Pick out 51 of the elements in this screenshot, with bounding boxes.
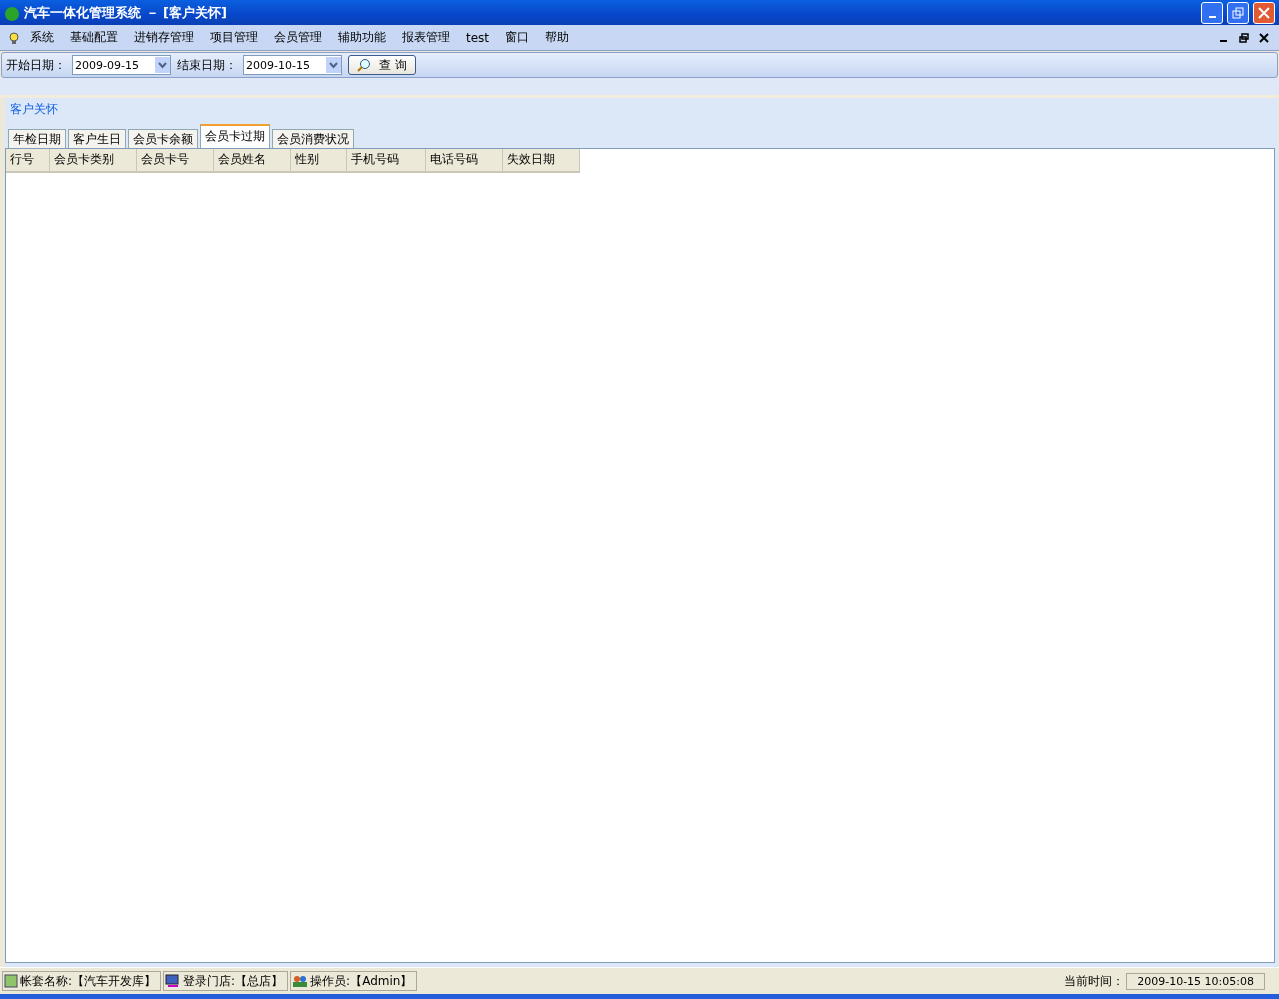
close-button[interactable] — [1253, 1, 1275, 24]
minimize-button[interactable] — [1201, 1, 1223, 24]
time-value: 2009-10-15 10:05:08 — [1126, 972, 1265, 990]
tab[interactable]: 年检日期 — [8, 129, 66, 148]
app-icon — [4, 4, 20, 21]
column-header[interactable]: 性别 — [291, 149, 348, 171]
start-date-field[interactable]: 2009-09-15 — [72, 55, 171, 75]
status-text: 登录门店:【总店】 — [183, 972, 284, 990]
menu-item[interactable]: 系统 — [22, 29, 62, 46]
time-label: 当前时间： — [1064, 972, 1125, 990]
close-icon[interactable] — [1259, 32, 1269, 43]
column-header[interactable]: 电话号码 — [425, 149, 503, 171]
column-header[interactable]: 会员卡号 — [136, 149, 215, 171]
column-header[interactable]: 行号 — [6, 149, 50, 171]
restore-icon[interactable] — [1239, 32, 1249, 43]
menu-item[interactable]: 进销存管理 — [126, 29, 202, 46]
start-date-label: 开始日期： — [6, 56, 66, 74]
tab[interactable]: 会员卡过期 — [200, 124, 270, 148]
status-text: 操作员:【Admin】 — [310, 972, 413, 990]
minimize-icon — [1208, 15, 1216, 18]
column-header[interactable]: 手机号码 — [347, 149, 426, 171]
close-icon — [1258, 6, 1270, 19]
menu-item[interactable]: 基础配置 — [62, 29, 126, 46]
users-icon — [292, 974, 309, 988]
column-header[interactable]: 会员姓名 — [214, 149, 292, 171]
column-header[interactable]: 会员卡类别 — [50, 149, 137, 171]
ledger-icon — [4, 974, 18, 988]
end-date-label: 结束日期： — [177, 56, 237, 74]
tab[interactable]: 客户生日 — [68, 129, 126, 148]
menu-item[interactable]: 帮助 — [537, 29, 578, 46]
query-button[interactable]: 查 询 — [348, 55, 416, 75]
lightbulb-icon — [6, 29, 22, 46]
restore-icon — [1232, 6, 1244, 19]
tab[interactable]: 会员消费状况 — [272, 129, 354, 148]
menu-item[interactable]: test — [458, 30, 498, 45]
end-date-field[interactable]: 2009-10-15 — [243, 55, 342, 75]
tab[interactable]: 会员卡余额 — [128, 129, 198, 148]
menu-item[interactable]: 窗口 — [497, 29, 538, 46]
dropdown-button[interactable] — [155, 57, 170, 73]
restore-button[interactable] — [1227, 1, 1249, 24]
dropdown-button[interactable] — [326, 57, 341, 73]
menu-item[interactable]: 报表管理 — [394, 29, 458, 46]
menu-item[interactable]: 会员管理 — [266, 29, 330, 46]
menu-item[interactable]: 项目管理 — [202, 29, 266, 46]
search-icon — [357, 58, 371, 72]
window-title: 汽车一体化管理系统 － [客户关怀] — [24, 3, 228, 22]
menu-item[interactable]: 辅助功能 — [330, 29, 394, 46]
column-header[interactable]: 失效日期 — [502, 149, 580, 171]
status-text: 帐套名称:【汽车开发库】 — [20, 972, 157, 990]
computer-icon — [165, 974, 182, 988]
group-title: 客户关怀 — [9, 101, 59, 118]
